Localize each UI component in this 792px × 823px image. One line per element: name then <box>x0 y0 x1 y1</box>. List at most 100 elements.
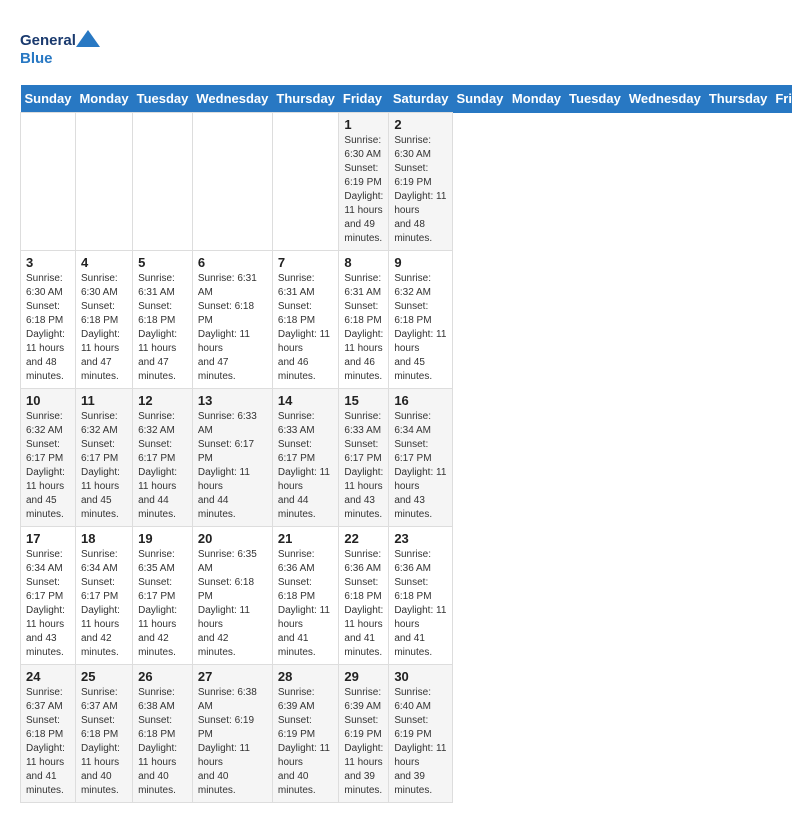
day-info: Sunrise: 6:34 AM Sunset: 6:17 PM Dayligh… <box>394 410 447 522</box>
day-info: Sunrise: 6:34 AM Sunset: 6:17 PM Dayligh… <box>26 548 70 660</box>
calendar-cell: 15Sunrise: 6:33 AM Sunset: 6:17 PM Dayli… <box>339 389 389 527</box>
header-tuesday: Tuesday <box>133 85 193 113</box>
calendar-week-2: 3Sunrise: 6:30 AM Sunset: 6:18 PM Daylig… <box>21 251 792 389</box>
calendar-cell: 14Sunrise: 6:33 AM Sunset: 6:17 PM Dayli… <box>272 389 339 527</box>
calendar-cell: 29 Sunrise: 6:39 AM Sunset: 6:19 PM Dayli… <box>339 665 389 803</box>
day-number: 10 <box>26 393 70 408</box>
header-thursday: Thursday <box>705 85 772 113</box>
calendar-cell: 30 Sunrise: 6:40 AM Sunset: 6:19 PM Dayli… <box>389 665 453 803</box>
day-number: 26 <box>138 669 187 684</box>
day-info: Sunrise: 6:32 AM Sunset: 6:17 PM Dayligh… <box>81 410 127 522</box>
day-info: Sunrise: 6:33 AM Sunset: 6:17 PM Dayligh… <box>344 410 383 522</box>
day-info: Sunrise: 6:39 AM Sunset: 6:19 PM Dayligh… <box>278 686 334 798</box>
header-tuesday: Tuesday <box>565 85 625 113</box>
header-wednesday: Wednesday <box>625 85 705 113</box>
calendar-cell: 28 Sunrise: 6:39 AM Sunset: 6:19 PM Dayli… <box>272 665 339 803</box>
header-saturday: Saturday <box>389 85 453 113</box>
day-info: Sunrise: 6:33 AM Sunset: 6:17 PM Dayligh… <box>278 410 334 522</box>
day-number: 19 <box>138 531 187 546</box>
day-info: Sunrise: 6:36 AM Sunset: 6:18 PM Dayligh… <box>278 548 334 660</box>
calendar-cell: 2 Sunrise: 6:30 AM Sunset: 6:19 PM Daylig… <box>389 113 453 251</box>
header-monday: Monday <box>508 85 565 113</box>
day-number: 17 <box>26 531 70 546</box>
logo-svg: General Blue <box>20 25 100 75</box>
day-info: Sunrise: 6:34 AM Sunset: 6:17 PM Dayligh… <box>81 548 127 660</box>
day-number: 1 <box>344 117 383 132</box>
day-info: Sunrise: 6:32 AM Sunset: 6:17 PM Dayligh… <box>26 410 70 522</box>
day-number: 25 <box>81 669 127 684</box>
calendar-cell: 10 Sunrise: 6:32 AM Sunset: 6:17 PM Dayli… <box>21 389 76 527</box>
calendar-cell: 20 Sunrise: 6:35 AM Sunset: 6:18 PM Dayli… <box>192 527 272 665</box>
calendar-cell: 4 Sunrise: 6:30 AM Sunset: 6:18 PM Daylig… <box>75 251 132 389</box>
day-info: Sunrise: 6:35 AM Sunset: 6:18 PM Dayligh… <box>198 548 267 660</box>
day-number: 18 <box>81 531 127 546</box>
day-info: Sunrise: 6:36 AM Sunset: 6:18 PM Dayligh… <box>344 548 383 660</box>
day-number: 9 <box>394 255 447 270</box>
calendar-cell: 6Sunrise: 6:31 AM Sunset: 6:18 PM Daylig… <box>192 251 272 389</box>
svg-text:Blue: Blue <box>20 50 53 67</box>
calendar-cell <box>75 113 132 251</box>
day-info: Sunrise: 6:32 AM Sunset: 6:17 PM Dayligh… <box>138 410 187 522</box>
calendar-cell: 13Sunrise: 6:33 AM Sunset: 6:17 PM Dayli… <box>192 389 272 527</box>
calendar-cell: 8 Sunrise: 6:31 AM Sunset: 6:18 PM Daylig… <box>339 251 389 389</box>
day-number: 20 <box>198 531 267 546</box>
calendar-cell: 16 Sunrise: 6:34 AM Sunset: 6:17 PM Dayli… <box>389 389 453 527</box>
calendar-cell <box>272 113 339 251</box>
day-number: 13 <box>198 393 267 408</box>
day-number: 16 <box>394 393 447 408</box>
header-sunday: Sunday <box>452 85 507 113</box>
calendar-cell <box>21 113 76 251</box>
calendar-week-1: 1 Sunrise: 6:30 AM Sunset: 6:19 PM Daylig… <box>21 113 792 251</box>
day-number: 29 <box>344 669 383 684</box>
calendar-table: SundayMondayTuesdayWednesdayThursdayFrid… <box>20 85 792 803</box>
day-number: 2 <box>394 117 447 132</box>
calendar-week-4: 17 Sunrise: 6:34 AM Sunset: 6:17 PM Dayli… <box>21 527 792 665</box>
day-number: 12 <box>138 393 187 408</box>
day-info: Sunrise: 6:37 AM Sunset: 6:18 PM Dayligh… <box>26 686 70 798</box>
day-number: 23 <box>394 531 447 546</box>
day-info: Sunrise: 6:39 AM Sunset: 6:19 PM Dayligh… <box>344 686 383 798</box>
day-info: Sunrise: 6:40 AM Sunset: 6:19 PM Dayligh… <box>394 686 447 798</box>
calendar-cell: 25Sunrise: 6:37 AM Sunset: 6:18 PM Dayli… <box>75 665 132 803</box>
day-info: Sunrise: 6:36 AM Sunset: 6:18 PM Dayligh… <box>394 548 447 660</box>
day-number: 24 <box>26 669 70 684</box>
calendar-week-5: 24 Sunrise: 6:37 AM Sunset: 6:18 PM Dayli… <box>21 665 792 803</box>
calendar-cell: 9 Sunrise: 6:32 AM Sunset: 6:18 PM Daylig… <box>389 251 453 389</box>
day-number: 30 <box>394 669 447 684</box>
day-number: 8 <box>344 255 383 270</box>
calendar-week-3: 10 Sunrise: 6:32 AM Sunset: 6:17 PM Dayli… <box>21 389 792 527</box>
day-info: Sunrise: 6:31 AM Sunset: 6:18 PM Dayligh… <box>198 272 267 384</box>
day-number: 27 <box>198 669 267 684</box>
day-info: Sunrise: 6:32 AM Sunset: 6:18 PM Dayligh… <box>394 272 447 384</box>
calendar-cell: 26 Sunrise: 6:38 AM Sunset: 6:18 PM Dayli… <box>133 665 193 803</box>
day-info: Sunrise: 6:31 AM Sunset: 6:18 PM Dayligh… <box>344 272 383 384</box>
header-wednesday: Wednesday <box>192 85 272 113</box>
calendar-cell <box>192 113 272 251</box>
calendar-cell: 22Sunrise: 6:36 AM Sunset: 6:18 PM Dayli… <box>339 527 389 665</box>
calendar-cell: 11 Sunrise: 6:32 AM Sunset: 6:17 PM Dayli… <box>75 389 132 527</box>
calendar-cell: 7Sunrise: 6:31 AM Sunset: 6:18 PM Daylig… <box>272 251 339 389</box>
calendar-cell: 24 Sunrise: 6:37 AM Sunset: 6:18 PM Dayli… <box>21 665 76 803</box>
calendar-cell: 3Sunrise: 6:30 AM Sunset: 6:18 PM Daylig… <box>21 251 76 389</box>
day-number: 11 <box>81 393 127 408</box>
header-sunday: Sunday <box>21 85 76 113</box>
day-number: 21 <box>278 531 334 546</box>
calendar-cell: 19Sunrise: 6:35 AM Sunset: 6:17 PM Dayli… <box>133 527 193 665</box>
calendar-cell: 17 Sunrise: 6:34 AM Sunset: 6:17 PM Dayli… <box>21 527 76 665</box>
header-thursday: Thursday <box>272 85 339 113</box>
day-info: Sunrise: 6:38 AM Sunset: 6:18 PM Dayligh… <box>138 686 187 798</box>
day-number: 28 <box>278 669 334 684</box>
page-header: General Blue <box>20 20 772 75</box>
day-info: Sunrise: 6:38 AM Sunset: 6:19 PM Dayligh… <box>198 686 267 798</box>
day-info: Sunrise: 6:30 AM Sunset: 6:19 PM Dayligh… <box>394 134 447 246</box>
header-friday: Friday <box>339 85 389 113</box>
header-friday: Friday <box>771 85 792 113</box>
day-number: 4 <box>81 255 127 270</box>
calendar-cell: 12 Sunrise: 6:32 AM Sunset: 6:17 PM Dayli… <box>133 389 193 527</box>
day-info: Sunrise: 6:30 AM Sunset: 6:18 PM Dayligh… <box>81 272 127 384</box>
calendar-cell: 1Sunrise: 6:30 AM Sunset: 6:19 PM Daylig… <box>339 113 389 251</box>
day-info: Sunrise: 6:30 AM Sunset: 6:18 PM Dayligh… <box>26 272 70 384</box>
calendar-cell: 23 Sunrise: 6:36 AM Sunset: 6:18 PM Dayli… <box>389 527 453 665</box>
calendar-header-row: SundayMondayTuesdayWednesdayThursdayFrid… <box>21 85 792 113</box>
calendar-cell <box>133 113 193 251</box>
